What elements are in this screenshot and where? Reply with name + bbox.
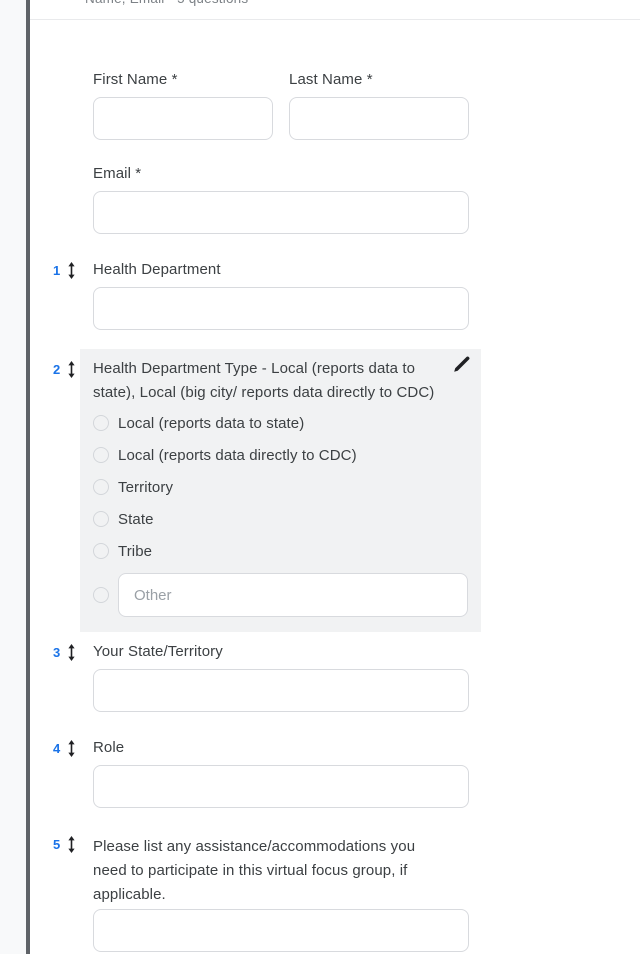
question-5-meta: 5 (53, 836, 76, 853)
other-option-input[interactable] (118, 573, 468, 617)
selected-question-card[interactable]: Health Department Type - Local (reports … (80, 349, 481, 632)
section-summary: Name, Email · 5 questions (85, 0, 248, 7)
question-4: 4 Role (93, 739, 640, 808)
question-label: Role (93, 739, 453, 757)
question-label: Health Department Type - Local (reports … (93, 357, 445, 405)
up-down-arrow-icon[interactable] (67, 644, 76, 661)
up-down-arrow-icon[interactable] (67, 836, 76, 853)
question-number: 3 (53, 645, 60, 661)
radio-option[interactable]: Local (reports data directly to CDC) (93, 439, 468, 471)
email-input[interactable] (93, 191, 469, 234)
question-number: 5 (53, 837, 60, 853)
up-down-arrow-icon[interactable] (67, 262, 76, 279)
radio-button-icon[interactable] (93, 479, 109, 495)
question-label: Your State/Territory (93, 643, 453, 661)
email-label: Email * (93, 165, 469, 183)
form-builder-page: Name, Email · 5 questions First Name * L… (0, 0, 640, 954)
question-number: 1 (53, 263, 60, 279)
question-label: Please list any assistance/accommodation… (93, 835, 448, 907)
question-5-input[interactable] (93, 909, 469, 952)
last-name-label: Last Name * (289, 71, 469, 89)
radio-button-icon[interactable] (93, 447, 109, 463)
question-1-meta: 1 (53, 262, 76, 279)
section-header: Name, Email · 5 questions (30, 0, 640, 20)
question-number: 2 (53, 362, 60, 378)
first-name-field: First Name * (93, 71, 273, 140)
question-label: Health Department (93, 261, 453, 279)
question-2-meta: 2 (53, 361, 76, 378)
last-name-field: Last Name * (289, 71, 469, 140)
left-rail (0, 0, 26, 954)
radio-option[interactable]: Territory (93, 471, 468, 503)
form-body: First Name * Last Name * Email * 1 (30, 20, 640, 952)
question-5: 5 Please list any assistance/accommodati… (93, 835, 640, 952)
radio-option-label: Local (reports data directly to CDC) (118, 447, 357, 464)
radio-option-label: Territory (118, 479, 173, 496)
question-4-input[interactable] (93, 765, 469, 808)
radio-button-icon[interactable] (93, 415, 109, 431)
pencil-icon[interactable] (451, 354, 471, 374)
question-3-meta: 3 (53, 644, 76, 661)
question-4-meta: 4 (53, 740, 76, 757)
first-name-input[interactable] (93, 97, 273, 140)
form-canvas: Name, Email · 5 questions First Name * L… (30, 0, 640, 954)
up-down-arrow-icon[interactable] (67, 740, 76, 757)
radio-option-list: Local (reports data to state) Local (rep… (93, 407, 468, 567)
radio-option-label: Local (reports data to state) (118, 415, 304, 432)
question-3: 3 Your State/Territory (93, 643, 640, 712)
radio-option-label: State (118, 511, 154, 528)
question-1-input[interactable] (93, 287, 469, 330)
radio-option-label: Tribe (118, 543, 152, 560)
radio-option[interactable]: Local (reports data to state) (93, 407, 468, 439)
radio-button-icon[interactable] (93, 587, 109, 603)
question-number: 4 (53, 741, 60, 757)
question-2: 2 Health Depar (93, 349, 640, 632)
last-name-input[interactable] (289, 97, 469, 140)
radio-option[interactable]: State (93, 503, 468, 535)
name-fields-row: First Name * Last Name * (93, 71, 640, 140)
up-down-arrow-icon[interactable] (67, 361, 76, 378)
question-3-input[interactable] (93, 669, 469, 712)
radio-button-icon[interactable] (93, 511, 109, 527)
radio-option[interactable]: Tribe (93, 535, 468, 567)
question-1: 1 Health Department (93, 261, 640, 330)
other-option-row (93, 573, 468, 617)
first-name-label: First Name * (93, 71, 273, 89)
radio-button-icon[interactable] (93, 543, 109, 559)
email-field: Email * (93, 165, 469, 234)
